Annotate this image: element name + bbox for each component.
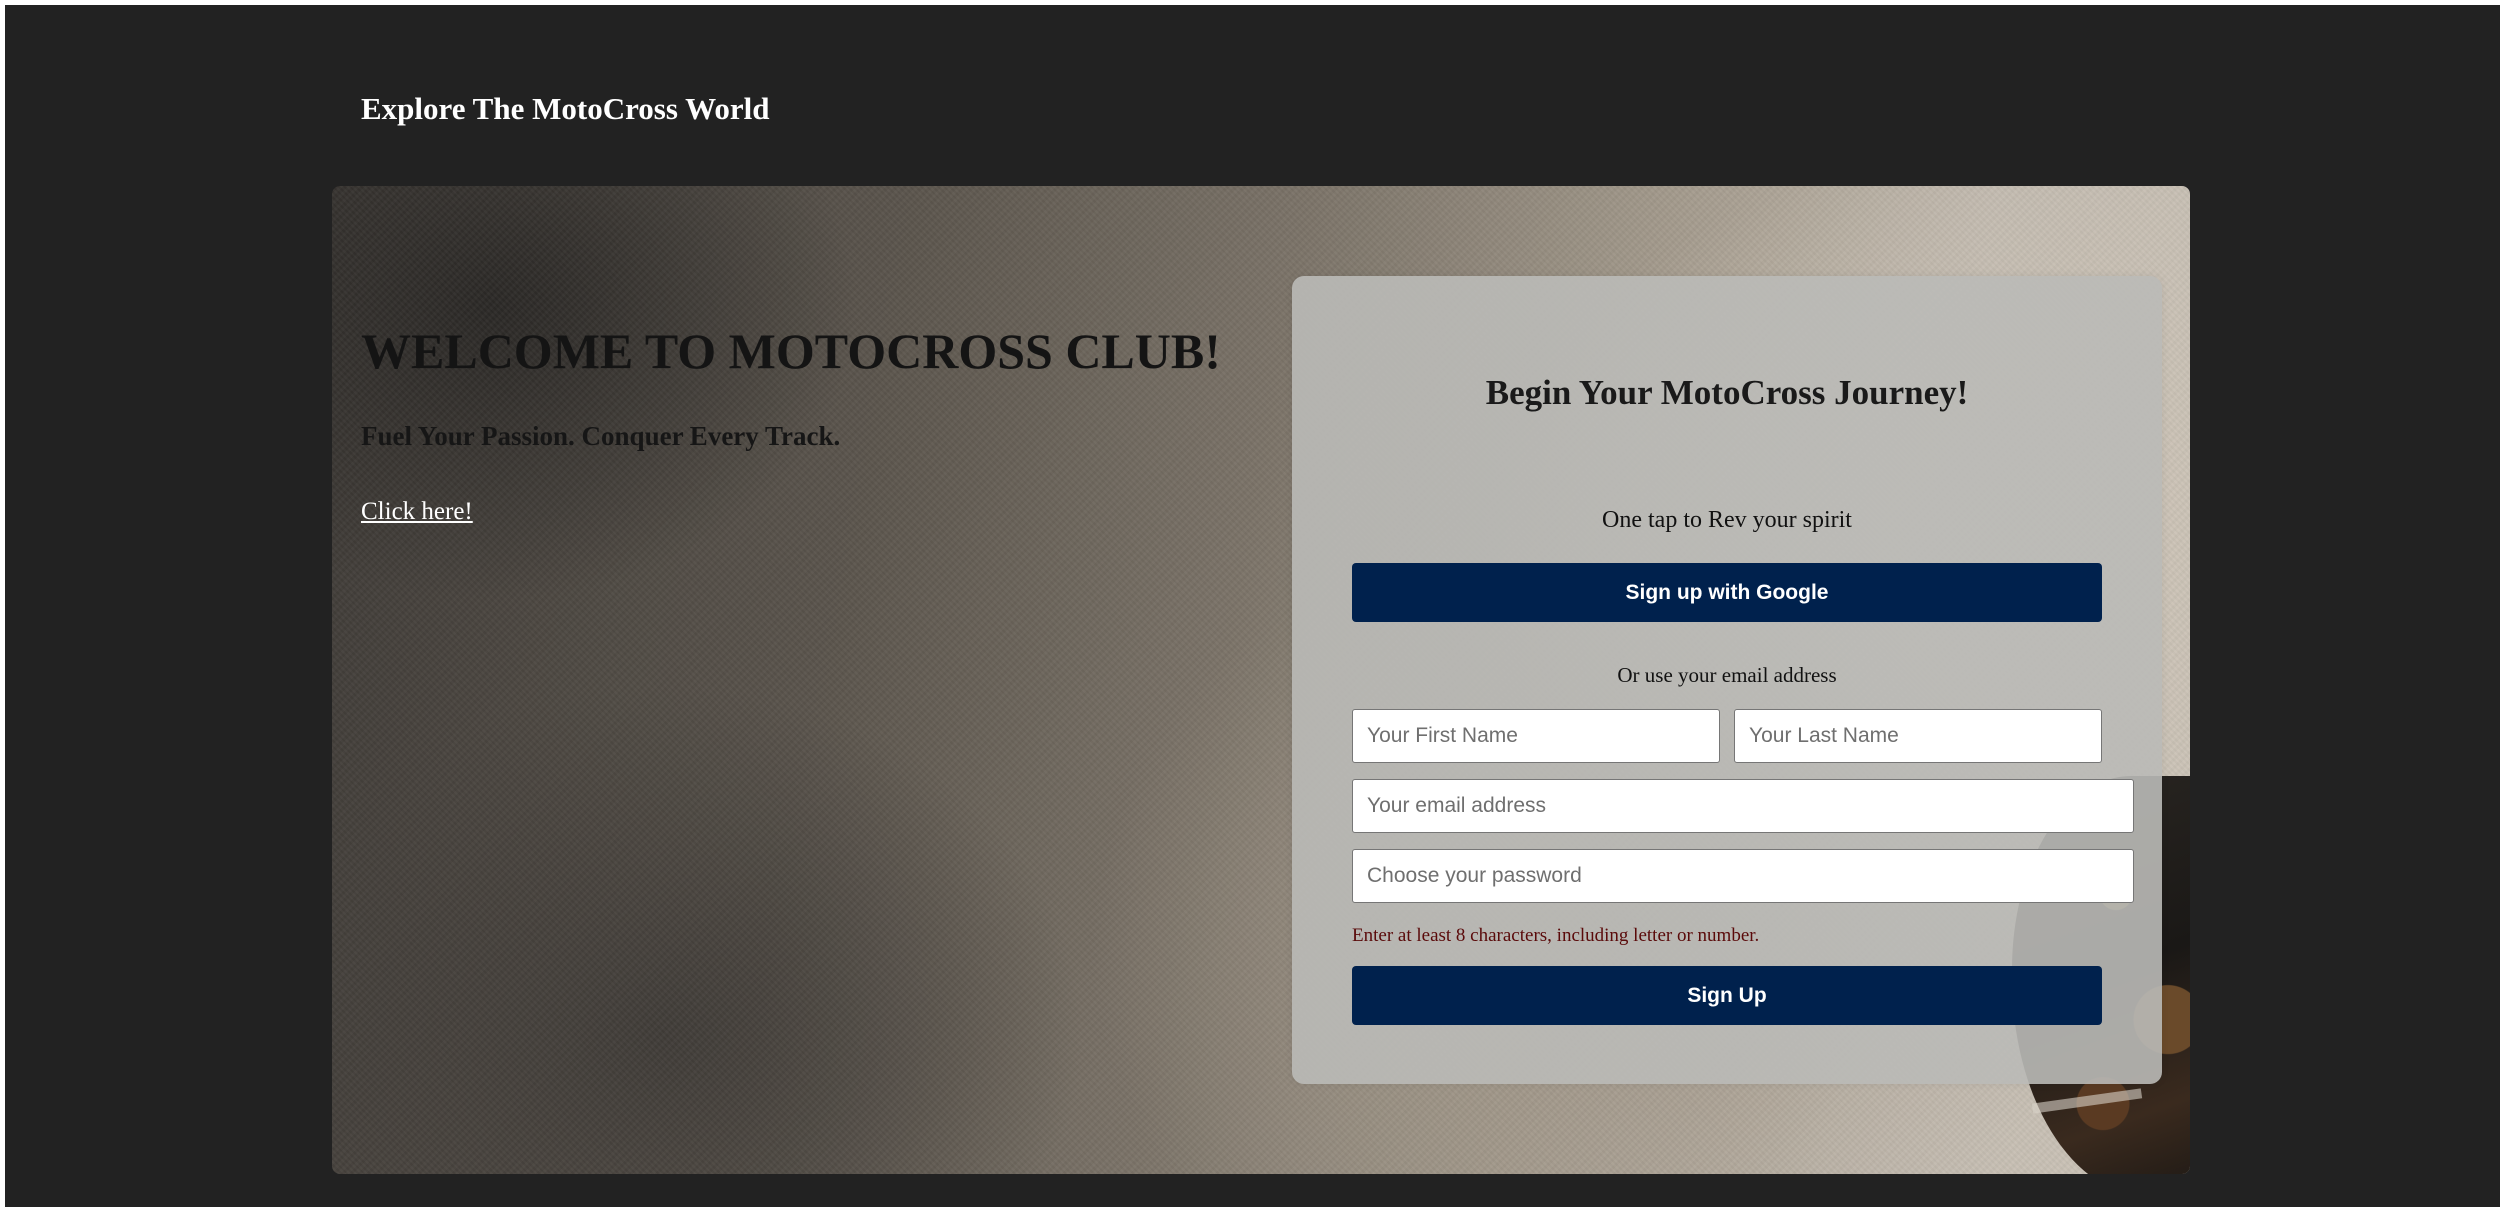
- hero-banner: WELCOME TO MOTOCROSS CLUB! Fuel Your Pas…: [332, 186, 2190, 1174]
- sign-up-button[interactable]: Sign Up: [1352, 966, 2102, 1025]
- last-name-input[interactable]: [1734, 709, 2102, 763]
- site-title: Explore The MotoCross World: [361, 91, 770, 126]
- sign-up-with-google-button[interactable]: Sign up with Google: [1352, 563, 2102, 622]
- first-name-input[interactable]: [1352, 709, 1720, 763]
- signup-card-tagline: One tap to Rev your spirit: [1602, 507, 1852, 533]
- click-here-link[interactable]: Click here!: [361, 496, 473, 528]
- hero-subheading: Fuel Your Passion. Conquer Every Track.: [361, 421, 841, 451]
- email-divider-text: Or use your email address: [1617, 663, 1837, 687]
- hero-heading: WELCOME TO MOTOCROSS CLUB!: [361, 323, 1221, 379]
- signup-card-title: Begin Your MotoCross Journey!: [1485, 373, 1969, 412]
- signup-card: Begin Your MotoCross Journey! One tap to…: [1292, 276, 2162, 1084]
- page-frame: Explore The MotoCross World WELCOME TO M…: [5, 5, 2500, 1207]
- password-input[interactable]: [1352, 849, 2134, 903]
- email-input[interactable]: [1352, 779, 2134, 833]
- password-hint: Enter at least 8 characters, including l…: [1352, 925, 1760, 946]
